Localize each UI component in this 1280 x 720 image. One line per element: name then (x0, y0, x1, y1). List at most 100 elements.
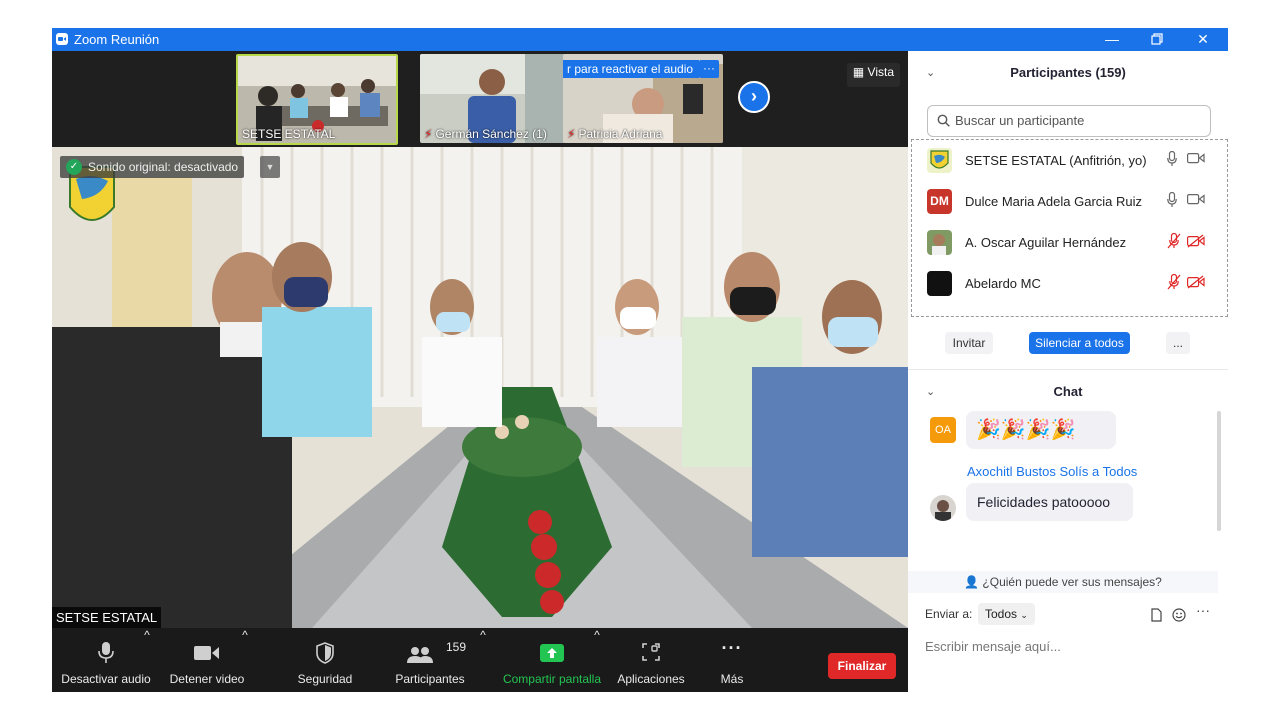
muted-mic-icon: ⚡ (567, 127, 576, 141)
participant-row[interactable]: A. Oscar Aguilar Hernández (912, 222, 1227, 263)
video-off-icon[interactable] (1187, 234, 1205, 248)
apps-button[interactable]: Aplicaciones (610, 628, 692, 692)
send-to-label: Enviar a: (925, 607, 973, 621)
active-speaker-video: ✓ Sonido original: desactivado ▼ SETSE E… (52, 147, 908, 628)
minimize-icon[interactable]: — (1094, 29, 1130, 49)
participant-actions: Invitar Silenciar a todos ... (908, 329, 1228, 359)
thumbnail-tile[interactable]: r para reactivar el audio ··· ⚡ Patricia … (563, 54, 723, 143)
participants-header: ⌄ Participantes (159) (908, 51, 1228, 93)
video-options-caret[interactable]: ^ (240, 628, 250, 692)
participant-name: Dulce Maria Adela Garcia Ruiz (965, 194, 1143, 209)
muted-mic-icon[interactable] (1167, 274, 1181, 290)
invite-button[interactable]: Invitar (945, 332, 993, 354)
chat-more-icon[interactable]: ··· (1196, 602, 1210, 618)
participant-row[interactable]: SETSE ESTATAL (Anfitrión, yo) (912, 140, 1227, 181)
chevron-down-icon[interactable]: ⌄ (926, 51, 935, 95)
security-label: Seguridad (297, 672, 353, 686)
chat-header: ⌄ Chat (908, 370, 1228, 412)
unmute-banner[interactable]: r para reactivar el audio (563, 60, 700, 78)
participant-row[interactable]: Abelardo MC (912, 263, 1227, 304)
participants-label: Participantes (395, 672, 465, 686)
microphone-icon[interactable] (1167, 192, 1177, 208)
view-label: Vista (867, 65, 894, 79)
participants-more-button[interactable]: ... (1166, 332, 1190, 354)
chevron-down-icon[interactable]: ⌄ (926, 370, 935, 414)
microphone-icon[interactable] (1167, 151, 1177, 167)
thumbnail-label: ⚡ Patricia Adriana (567, 127, 662, 141)
muted-mic-icon[interactable] (1167, 233, 1181, 249)
zoom-app-icon (56, 33, 68, 45)
video-frame (52, 147, 908, 628)
chat-scrollbar[interactable] (1217, 411, 1221, 531)
chat-input[interactable]: Escribir mensaje aquí... (925, 639, 1061, 654)
zoom-window: Zoom Reunión — ✕ SETSE ESTATAL ⚡ Germán … (52, 28, 1228, 692)
participant-search-input[interactable]: Buscar un participante (927, 105, 1211, 137)
search-placeholder: Buscar un participante (955, 113, 1085, 128)
share-screen-button[interactable]: Compartir pantalla (498, 628, 606, 692)
end-meeting-button[interactable]: Finalizar (828, 653, 896, 679)
apps-label: Aplicaciones (617, 672, 685, 686)
participant-avatar (927, 148, 952, 173)
video-label: Detener video (169, 672, 245, 686)
recipient-dropdown[interactable]: Todos ⌄ (978, 603, 1035, 625)
participants-options-caret[interactable]: ^ (478, 628, 488, 692)
mute-button[interactable]: Desactivar audio (58, 628, 154, 692)
thumbnail-name: Germán Sánchez (1) (435, 127, 547, 141)
chat-message-bubble: 🎉🎉🎉🎉 (966, 411, 1116, 449)
participants-icon (407, 647, 433, 663)
window-title: Zoom Reunión (74, 32, 160, 47)
recipient-value: Todos (985, 607, 1018, 621)
chat-messages: OA 🎉🎉🎉🎉 Axochitl Bustos Solís a Todos Fe… (908, 411, 1228, 571)
gallery-strip: SETSE ESTATAL ⚡ Germán Sánchez (1) r para… (52, 51, 908, 147)
original-sound-label: Sonido original: desactivado (88, 160, 239, 174)
shield-icon (316, 642, 334, 664)
participant-name: Abelardo MC (965, 276, 1041, 291)
close-icon[interactable]: ✕ (1185, 29, 1221, 49)
share-screen-label: Compartir pantalla (502, 672, 602, 686)
more-button[interactable]: ··· Más (706, 628, 758, 692)
thumbnail-tile[interactable]: SETSE ESTATAL (236, 54, 398, 145)
more-icon[interactable]: ··· (699, 60, 719, 78)
microphone-icon (98, 642, 114, 663)
participant-list: SETSE ESTATAL (Anfitrión, yo) DM Dulce M… (911, 139, 1228, 317)
camera-icon[interactable] (1187, 152, 1205, 164)
participant-row[interactable]: DM Dulce Maria Adela Garcia Ruiz (912, 181, 1227, 222)
speaker-name-label: SETSE ESTATAL (52, 607, 162, 628)
view-button[interactable]: ▦ Vista (846, 63, 900, 87)
next-page-button[interactable]: › (738, 81, 770, 113)
participants-button[interactable]: 159 Participantes (390, 628, 470, 692)
restore-icon[interactable] (1139, 29, 1175, 49)
mute-all-button[interactable]: Silenciar a todos (1029, 332, 1130, 354)
thumbnail-name: SETSE ESTATAL (242, 127, 336, 141)
side-panel: ⌄ Participantes (159) Buscar un particip… (908, 51, 1228, 692)
share-options-caret[interactable]: ^ (592, 628, 602, 692)
security-button[interactable]: Seguridad (288, 628, 362, 692)
participants-title: Participantes (159) (1010, 65, 1126, 80)
emoji-icon[interactable] (1172, 608, 1186, 622)
share-screen-icon (540, 644, 564, 662)
search-icon (937, 114, 950, 127)
video-off-icon[interactable] (1187, 275, 1205, 289)
thumbnail-tile[interactable]: ⚡ Germán Sánchez (1) (420, 54, 580, 143)
original-sound-badge[interactable]: ✓ Sonido original: desactivado (60, 156, 245, 178)
mute-label: Desactivar audio (61, 672, 151, 686)
participant-avatar (927, 230, 952, 255)
message-sender-line: Axochitl Bustos Solís a Todos (967, 464, 1138, 479)
mute-options-caret[interactable]: ^ (142, 628, 152, 692)
camera-icon (194, 646, 219, 660)
participant-name: SETSE ESTATAL (Anfitrión, yo) (965, 153, 1147, 168)
participant-avatar (927, 271, 952, 296)
title-bar: Zoom Reunión — ✕ (52, 28, 1228, 51)
chat-message-bubble: Felicidades patooooo (966, 483, 1133, 521)
muted-mic-icon: ⚡ (424, 127, 433, 141)
file-icon[interactable] (1151, 608, 1162, 622)
shield-check-icon: ✓ (66, 159, 82, 175)
chevron-down-icon[interactable]: ▼ (260, 156, 280, 178)
camera-icon[interactable] (1187, 193, 1205, 205)
sender-avatar: OA (930, 417, 956, 443)
grid-icon: ▦ (852, 65, 865, 79)
thumbnail-name: Patricia Adriana (578, 127, 663, 141)
who-can-see-link[interactable]: 👤 ¿Quién puede ver sus mensajes? (908, 571, 1218, 593)
video-button[interactable]: Detener video (166, 628, 248, 692)
more-dots-icon: ··· (721, 638, 743, 658)
